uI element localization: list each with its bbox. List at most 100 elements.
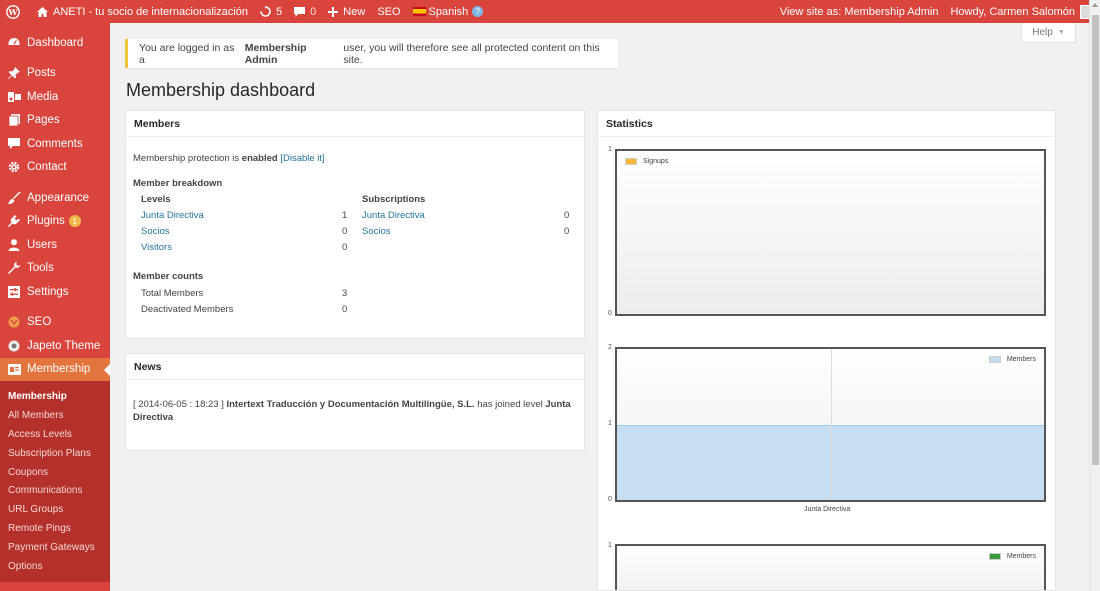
sidebar-item-users[interactable]: Users xyxy=(0,233,110,257)
submenu-coupons[interactable]: Coupons xyxy=(0,463,110,482)
media-icon xyxy=(7,90,21,104)
submenu-payment-gateways[interactable]: Payment Gateways xyxy=(0,538,110,557)
language-switcher[interactable]: Spanish ? xyxy=(407,0,490,23)
deactivated-members-value: 0 xyxy=(342,304,348,315)
scrollbar-thumb[interactable] xyxy=(1092,15,1099,465)
total-members-label: Total Members xyxy=(141,288,204,299)
help-label: Help xyxy=(1032,27,1053,38)
sidebar-item-media[interactable]: Media xyxy=(0,85,110,109)
page-icon xyxy=(7,113,21,127)
submenu-subscription-plans[interactable]: Subscription Plans xyxy=(0,444,110,463)
new-content-link[interactable]: New xyxy=(322,0,371,23)
seo-label: SEO xyxy=(377,5,401,18)
gear-icon xyxy=(7,160,21,174)
sidebar-item-settings[interactable]: Settings xyxy=(0,280,110,304)
sidebar-item-label: Appearance xyxy=(27,191,90,204)
level-link[interactable]: Socios xyxy=(141,226,170,237)
sidebar-item-label: Posts xyxy=(27,67,56,80)
submenu-communications[interactable]: Communications xyxy=(0,481,110,500)
statistics-panel: Statistics 1 0 Signups 2 1 0 Members Jun… xyxy=(597,110,1056,591)
plus-icon xyxy=(328,6,339,17)
site-name: ANETI - tu socio de internacionalización xyxy=(53,5,249,18)
sidebar-item-label: Comments xyxy=(27,137,83,150)
sidebar-item-appearance[interactable]: Appearance xyxy=(0,186,110,210)
submenu-remote-pings[interactable]: Remote Pings xyxy=(0,519,110,538)
sidebar-item-plugins[interactable]: Plugins 1 xyxy=(0,210,110,234)
category-gridline xyxy=(830,349,832,500)
sidebar-item-label: Settings xyxy=(27,285,69,298)
level-count: 0 xyxy=(342,226,348,237)
news-middle: has joined level xyxy=(477,399,543,410)
updates-link[interactable]: 5 xyxy=(254,0,288,23)
comments-count: 0 xyxy=(310,5,317,18)
my-account-link[interactable]: Howdy, Carmen Salomón xyxy=(944,0,1100,23)
seo-link[interactable]: SEO xyxy=(371,0,406,23)
submenu-membership[interactable]: Membership xyxy=(0,387,110,406)
comment-icon xyxy=(7,137,21,151)
legend-label: Members xyxy=(1006,553,1036,560)
question-icon: ? xyxy=(472,6,484,17)
sidebar-item-label: Japeto Theme xyxy=(27,339,101,352)
sidebar-item-pages[interactable]: Pages xyxy=(0,109,110,133)
submenu-options[interactable]: Options xyxy=(0,557,110,576)
subscription-link[interactable]: Socios xyxy=(362,226,391,237)
sidebar-item-label: Dashboard xyxy=(27,36,84,49)
chart-legend: Members xyxy=(988,356,1036,363)
sidebar-item-seo[interactable]: SEO xyxy=(0,311,110,335)
sidebar-item-label: Plugins xyxy=(27,215,65,228)
dashboard-icon xyxy=(7,36,21,50)
sidebar-item-membership[interactable]: Membership xyxy=(0,357,110,381)
language-label: Spanish xyxy=(428,5,469,18)
plug-icon xyxy=(7,214,21,228)
y-tick-label: 0 xyxy=(608,310,612,317)
seo-icon xyxy=(7,315,21,329)
plugins-update-badge: 1 xyxy=(68,215,81,228)
view-site-as-link[interactable]: View site as: Membership Admin xyxy=(774,0,945,23)
members-plot-area: Members xyxy=(615,347,1046,502)
sidebar-item-label: Media xyxy=(27,90,59,103)
statistics-panel-header: Statistics xyxy=(598,111,1055,137)
sidebar-item-label: Pages xyxy=(27,114,60,127)
submenu-all-members[interactable]: All Members xyxy=(0,406,110,425)
brush-icon xyxy=(7,191,21,205)
level-link[interactable]: Junta Directiva xyxy=(141,210,204,221)
protection-prefix: Membership protection is xyxy=(133,153,240,164)
admin-notice: You are logged in as a Membership Admin … xyxy=(125,39,618,68)
user-icon xyxy=(7,238,21,252)
sidebar-item-posts[interactable]: Posts xyxy=(0,62,110,86)
scroll-up-arrow-icon[interactable] xyxy=(1092,3,1098,7)
subscriptions-label: Subscriptions xyxy=(362,194,426,205)
sidebar-item-tools[interactable]: Tools xyxy=(0,257,110,281)
pin-icon xyxy=(7,66,21,80)
sidebar-item-label: Users xyxy=(27,238,58,251)
protection-status: Membership protection is enabled [Disabl… xyxy=(133,153,325,164)
wp-logo-menu[interactable]: W xyxy=(0,0,31,23)
submenu-url-groups[interactable]: URL Groups xyxy=(0,500,110,519)
submenu-access-levels[interactable]: Access Levels xyxy=(0,425,110,444)
news-date: [ 2014-06-05 : 18:23 ] xyxy=(133,399,224,410)
sidebar-item-contact[interactable]: Contact xyxy=(0,156,110,180)
news-item: [ 2014-06-05 : 18:23 ] Intertext Traducc… xyxy=(133,398,573,424)
subscription-link[interactable]: Junta Directiva xyxy=(362,210,425,221)
help-tab[interactable]: Help ▼ xyxy=(1021,23,1076,43)
sidebar-item-label: Contact xyxy=(27,161,67,174)
sidebar-item-japeto-theme[interactable]: Japeto Theme xyxy=(0,334,110,358)
page-scrollbar[interactable] xyxy=(1089,0,1100,591)
home-icon xyxy=(37,6,48,17)
page-title: Membership dashboard xyxy=(126,80,316,100)
chart-legend: Signups xyxy=(625,158,668,165)
notice-suffix: user, you will therefore see all protect… xyxy=(343,41,600,66)
disable-protection-link[interactable]: [Disable it] xyxy=(280,153,324,164)
new-label: New xyxy=(343,5,366,18)
legend-swatch xyxy=(988,553,1001,560)
comment-bubble-icon xyxy=(294,6,306,17)
member-breakdown-label: Member breakdown xyxy=(133,178,223,189)
comments-link[interactable]: 0 xyxy=(288,0,322,23)
sidebar-item-label: SEO xyxy=(27,316,52,329)
site-name-link[interactable]: ANETI - tu socio de internacionalización xyxy=(31,0,254,23)
level-link[interactable]: Visitors xyxy=(141,242,172,253)
triangle-down-icon: ▼ xyxy=(1057,29,1065,36)
sidebar-item-dashboard[interactable]: Dashboard xyxy=(0,31,110,55)
notice-prefix: You are logged in as a xyxy=(139,41,235,66)
sidebar-item-comments[interactable]: Comments xyxy=(0,132,110,156)
